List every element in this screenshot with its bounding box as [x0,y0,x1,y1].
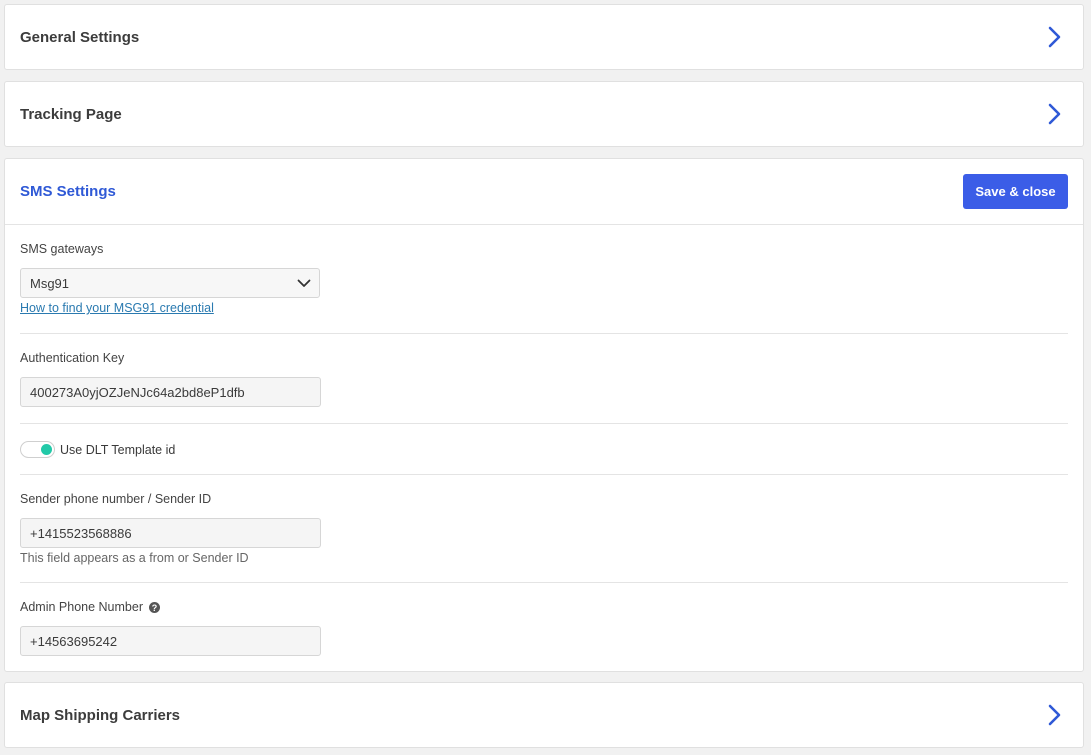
sender-id-helper: This field appears as a from or Sender I… [20,551,249,565]
admin-phone-field: Admin Phone Number? +14563695242 [20,583,1068,673]
auth-key-field: Authentication Key 400273A0yjOZJeNJc64a2… [20,334,1068,423]
sms-gateway-field: SMS gateways Msg91 How to find your MSG9… [20,225,1068,333]
sms-settings-title: SMS Settings [20,183,116,200]
sms-gateway-label: SMS gateways [20,242,104,256]
sender-id-field: Sender phone number / Sender ID +1415523… [20,475,1068,582]
sms-gateway-value: Msg91 [30,275,70,291]
dlt-toggle-label: Use DLT Template id [60,443,176,457]
auth-key-label: Authentication Key [20,351,125,365]
admin-phone-input[interactable]: +14563695242 [20,626,321,656]
sender-id-label: Sender phone number / Sender ID [20,492,212,506]
toggle-knob [41,444,52,455]
general-settings-title: General Settings [20,28,140,46]
map-shipping-carriers-title: Map Shipping Carriers [20,706,181,724]
general-settings-panel[interactable]: General Settings [4,4,1084,70]
chevron-down-icon [297,276,311,291]
chevron-right-icon[interactable] [1043,102,1067,126]
auth-key-input[interactable]: 400273A0yjOZJeNJc64a2bd8eP1dfb [20,377,321,407]
sms-settings-header: SMS Settings Save & close [5,159,1083,225]
sms-gateway-select[interactable]: Msg91 [20,268,320,298]
chevron-right-icon[interactable] [1043,703,1067,727]
dlt-toggle[interactable] [20,441,55,458]
admin-phone-label: Admin Phone Number [20,600,143,614]
sms-settings-panel: SMS Settings Save & close SMS gateways M… [4,158,1084,672]
save-close-button[interactable]: Save & close [963,174,1068,209]
sender-id-input[interactable]: +1415523568886 [20,518,321,548]
tracking-page-title: Tracking Page [20,105,122,123]
tracking-page-panel[interactable]: Tracking Page [4,81,1084,147]
map-shipping-carriers-panel[interactable]: Map Shipping Carriers [4,682,1084,748]
chevron-right-icon[interactable] [1043,25,1067,49]
dlt-toggle-row: Use DLT Template id [20,424,1068,474]
msg91-credential-link[interactable]: How to find your MSG91 credential [20,301,214,315]
help-icon[interactable]: ? [148,602,160,614]
admin-phone-label-row: Admin Phone Number? [20,600,160,614]
